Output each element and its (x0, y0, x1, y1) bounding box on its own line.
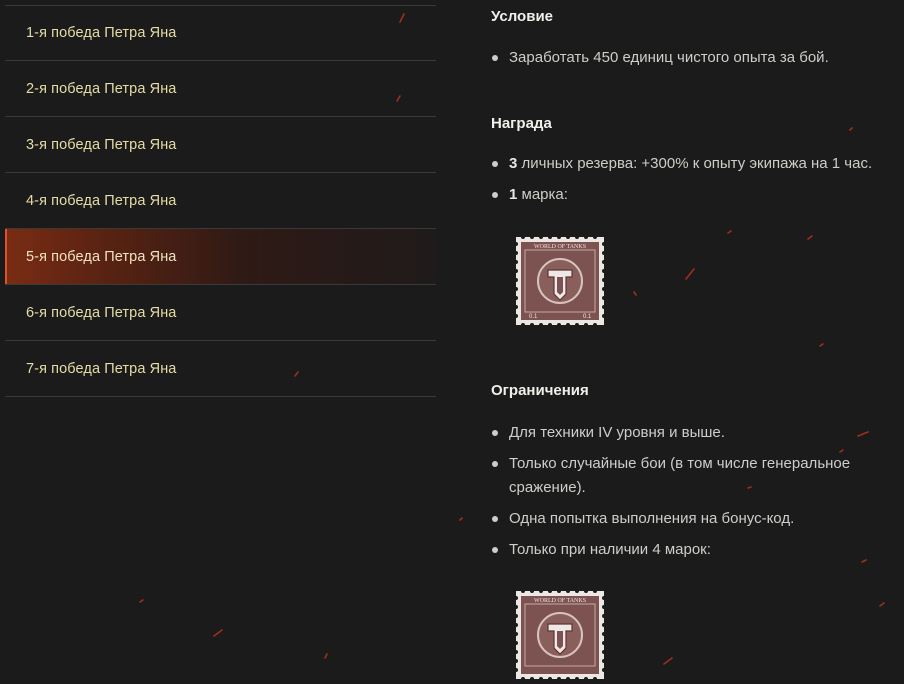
sidebar-nav: 1-я победа Петра Яна 2-я победа Петра Ян… (5, 5, 436, 397)
sidebar-item-victory-2[interactable]: 2-я победа Петра Яна (5, 61, 436, 117)
sidebar-item-label: 3-я победа Петра Яна (26, 136, 177, 153)
sidebar-item-label: 2-я победа Петра Яна (26, 80, 177, 97)
sidebar-item-victory-4[interactable]: 4-я победа Петра Яна (5, 173, 436, 229)
restriction-item-text: Для техники IV уровня и выше. (509, 424, 725, 441)
sidebar-item-victory-1[interactable]: 1-я победа Петра Яна (5, 5, 436, 61)
sidebar-item-label: 1-я победа Петра Яна (26, 25, 177, 41)
bullet-dot (492, 430, 498, 436)
svg-text:0.1: 0.1 (529, 314, 538, 320)
reward-item-text: марка: (517, 186, 568, 203)
restriction-item: Одна попытка выполнения на бонус-код. (491, 507, 901, 531)
stamp-caption: WORLD OF TANKS (534, 598, 586, 604)
bullet-dot (492, 547, 498, 553)
reward-item: 3 личных резерва: +300% к опыту экипажа … (491, 152, 901, 176)
bullet-dot (492, 516, 498, 522)
sidebar-item-label: 5-я победа Петра Яна (26, 248, 177, 265)
restrictions-title: Ограничения (491, 382, 589, 399)
restriction-item: Для техники IV уровня и выше. (491, 421, 901, 445)
sidebar-item-victory-5[interactable]: 5-я победа Петра Яна (5, 229, 436, 285)
restriction-item-text: Только случайные бои (в том числе генера… (509, 455, 851, 496)
sidebar-item-victory-6[interactable]: 6-я победа Петра Яна (5, 285, 436, 341)
sidebar-item-label: 6-я победа Петра Яна (26, 304, 177, 321)
stamp-icon: WORLD OF TANKS 0.1 0.1 (515, 236, 605, 326)
sidebar-item-label: 4-я победа Петра Яна (26, 192, 177, 209)
restriction-item: Только при наличии 4 марок: (491, 538, 901, 562)
bullet-dot (492, 192, 498, 198)
restriction-item-text: Одна попытка выполнения на бонус-код. (509, 510, 795, 527)
sidebar-item-victory-7[interactable]: 7-я победа Петра Яна (5, 341, 436, 397)
stamp-icon: WORLD OF TANKS (515, 590, 605, 680)
reward-item: 1 марка: (491, 183, 901, 207)
bullet-dot (492, 55, 498, 61)
bullet-dot (492, 461, 498, 467)
svg-text:0.1: 0.1 (583, 314, 592, 320)
sidebar-item-victory-3[interactable]: 3-я победа Петра Яна (5, 117, 436, 173)
condition-title: Условие (491, 8, 554, 25)
bullet-dot (492, 161, 498, 167)
stamp-caption: WORLD OF TANKS (534, 244, 586, 250)
sidebar-item-label: 7-я победа Петра Яна (26, 360, 177, 377)
restriction-item-text: Только при наличии 4 марок: (509, 541, 711, 558)
reward-item-text: личных резерва: +300% к опыту экипажа на… (517, 155, 873, 172)
reward-title: Награда (491, 115, 552, 132)
restriction-item: Только случайные бои (в том числе генера… (491, 452, 891, 500)
condition-item-text: Заработать 450 единиц чистого опыта за б… (509, 49, 829, 66)
condition-item: Заработать 450 единиц чистого опыта за б… (491, 46, 901, 70)
